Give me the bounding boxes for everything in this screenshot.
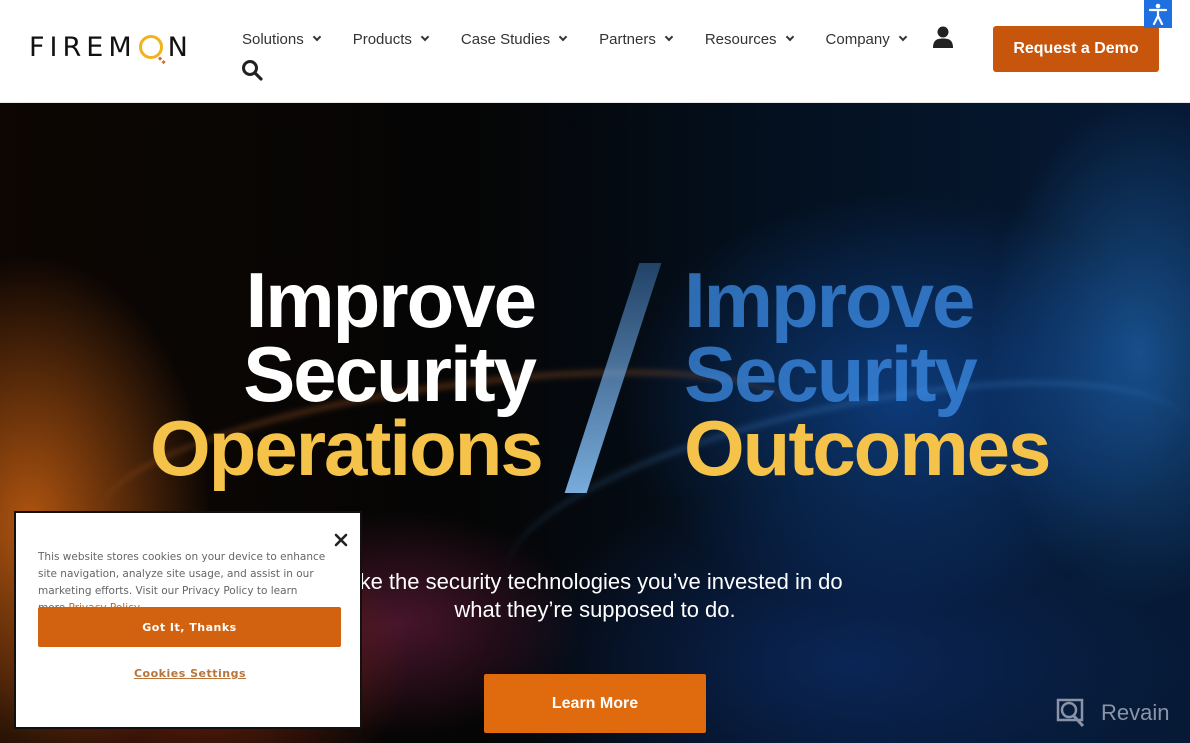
cookie-banner: This website stores cookies on your devi…	[14, 511, 362, 729]
chevron-down-icon	[664, 32, 674, 42]
chevron-down-icon	[898, 32, 907, 42]
nav-label: Case Studies	[460, 30, 551, 48]
hero-headline-right: Improve Security Outcomes	[684, 256, 1084, 492]
accept-cookies-button[interactable]: Got It, Thanks	[38, 607, 341, 647]
chevron-down-icon	[420, 32, 430, 42]
nav-label: Partners	[599, 30, 656, 48]
logo-wordmark: FIREM N	[29, 32, 193, 63]
hero-subtext: ake the security technologies you’ve inv…	[320, 568, 870, 624]
headline-line: Improve	[684, 256, 975, 344]
accessibility-icon[interactable]	[1144, 0, 1172, 28]
cookies-settings-link[interactable]: Cookies Settings	[16, 667, 364, 680]
hero-headline-left: Improve Security Operations	[150, 256, 544, 492]
nav-partners[interactable]: Partners	[599, 28, 674, 50]
nav-label: Company	[825, 30, 890, 48]
logo-text-start: FIREM	[29, 31, 137, 63]
chevron-down-icon	[558, 32, 568, 42]
revain-label: Revain	[1101, 700, 1170, 725]
subtext-line: what they’re supposed to do.	[454, 597, 736, 622]
close-icon[interactable]	[332, 531, 350, 549]
request-demo-button[interactable]: Request a Demo	[993, 26, 1159, 72]
nav-case-studies[interactable]: Case Studies	[460, 28, 568, 50]
headline-highlight: Outcomes	[684, 404, 1051, 492]
headline-line: Improve	[245, 256, 537, 344]
user-icon[interactable]	[933, 26, 953, 48]
nav-solutions[interactable]: Solutions	[242, 28, 321, 50]
magnifier-o-icon	[138, 35, 163, 59]
main-nav: Solutions Products Case Studies Partners…	[242, 28, 939, 50]
firemon-logo[interactable]: FIREM N	[29, 30, 193, 64]
revain-watermark: Revain	[1055, 698, 1169, 728]
nav-company[interactable]: Company	[825, 28, 907, 50]
headline-highlight: Operations	[150, 404, 544, 492]
learn-more-button[interactable]: Learn More	[484, 674, 706, 733]
nav-products[interactable]: Products	[352, 28, 430, 50]
chevron-down-icon	[312, 32, 321, 42]
chevron-down-icon	[785, 32, 794, 42]
nav-resources[interactable]: Resources	[704, 28, 794, 50]
search-icon[interactable]	[241, 59, 263, 81]
nav-label: Resources	[704, 30, 777, 48]
revain-logo-icon	[1056, 698, 1085, 728]
logo-text-end: N	[167, 31, 193, 63]
nav-label: Products	[352, 30, 412, 48]
headline-line: Security	[684, 330, 978, 418]
nav-label: Solutions	[242, 30, 304, 48]
subtext-line: ake the security technologies you’ve inv…	[347, 569, 843, 594]
headline-line: Security	[243, 330, 537, 418]
site-header: FIREM N Solutions Products Case Studies P…	[0, 0, 1190, 103]
